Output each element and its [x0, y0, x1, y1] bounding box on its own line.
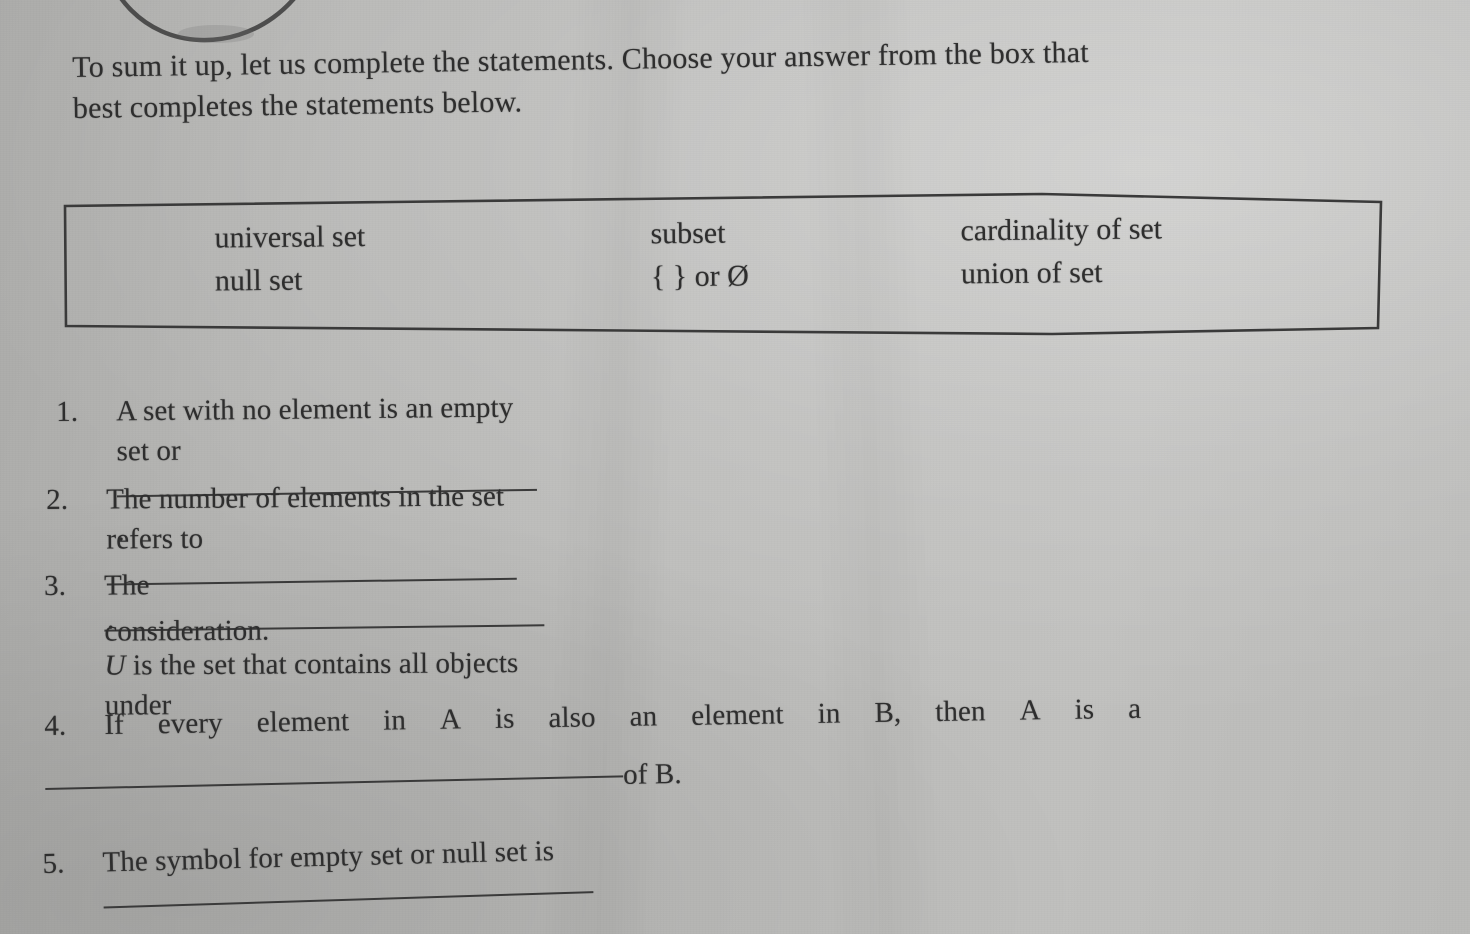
statement-5-period: .: [104, 926, 112, 934]
justification-gap: [1094, 689, 1129, 730]
word-choice-empty-set-symbol[interactable]: { } or Ø: [651, 254, 749, 298]
statement-4-word: an: [629, 700, 658, 733]
statement-2-text: The number of elements in the set refers…: [106, 480, 505, 556]
justification-gap: [985, 691, 1020, 732]
statement-4-word: A: [1019, 694, 1041, 727]
statement-4-word: B,: [874, 696, 902, 729]
statement-3-text: The: [104, 569, 150, 602]
justification-gap: [349, 701, 384, 742]
statement-4-word: in: [817, 697, 841, 730]
statement-4-word: then: [934, 695, 986, 728]
justification-gap: [514, 698, 549, 739]
statement-4-word: element: [256, 705, 350, 739]
statement-4-word: element: [690, 698, 784, 732]
statement-4-word: is: [494, 702, 515, 735]
statement-4-answer-blank[interactable]: [45, 784, 623, 793]
statement-4-word: is: [1074, 693, 1095, 726]
justification-gap: [901, 692, 936, 733]
statement-4-number: 4.: [44, 709, 67, 742]
statement-4-word: also: [548, 701, 596, 735]
justification-gap: [406, 700, 441, 741]
word-box-column-2: subset { } or Ø: [650, 211, 749, 298]
justification-gap: [595, 697, 630, 738]
word-box-column-1: universal set null set: [214, 215, 366, 302]
cut-off-text-fragment: '': [856, 0, 966, 6]
justification-gap: [1040, 690, 1075, 731]
word-choice-null-set[interactable]: null set: [215, 258, 366, 302]
statement-3-continuation: consideration.: [104, 614, 270, 648]
justification-gap: [222, 703, 257, 744]
statement-5-body: The symbol for empty set or null set is.: [102, 830, 595, 934]
statement-4-line-2: of B.: [45, 754, 682, 804]
justification-gap: [657, 696, 692, 737]
word-choice-universal-set[interactable]: universal set: [214, 215, 365, 259]
word-choice-subset[interactable]: subset: [650, 211, 748, 255]
word-choice-cardinality-of-set[interactable]: cardinality of set: [960, 207, 1162, 252]
word-choice-union-of-set[interactable]: union of set: [961, 250, 1163, 295]
justification-gap: [124, 704, 159, 745]
statement-4-word: A: [439, 703, 462, 736]
statement-4-word: in: [382, 704, 407, 737]
statement-3-number: 3.: [44, 569, 67, 602]
statement-4-word: every: [157, 707, 223, 741]
statement-3-universal-symbol: U: [104, 649, 126, 682]
justification-gap: [840, 693, 875, 734]
word-choice-box: universal set null set subset { } or Ø c…: [62, 186, 1384, 338]
statement-5-text: The symbol for empty set or null set is: [102, 835, 555, 879]
statement-1-number: 1.: [56, 395, 79, 428]
statement-5-number: 5.: [42, 847, 65, 880]
justification-gap: [461, 699, 496, 740]
statement-5-answer-blank[interactable]: [104, 899, 594, 911]
worksheet-page: '' To sum it up, let us complete the sta…: [0, 0, 1470, 934]
statement-4-text-after: of B.: [622, 757, 682, 791]
word-box-column-3: cardinality of set union of set: [960, 207, 1162, 295]
statement-4-word: If: [104, 708, 125, 742]
justification-gap: [783, 694, 818, 735]
statement-1-text: A set with no element is an empty set or: [116, 391, 514, 468]
statement-2-number: 2.: [46, 483, 69, 516]
statement-4-word: a: [1127, 692, 1142, 725]
